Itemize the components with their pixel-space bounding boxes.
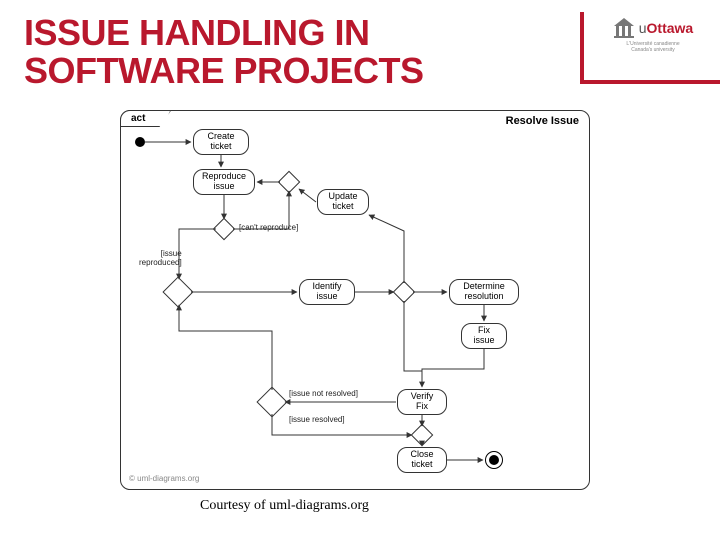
activity-frame: act Resolve Issue Create ticket Reproduc… — [120, 110, 590, 490]
edges-layer — [121, 111, 591, 491]
node-close-ticket: Close ticket — [397, 447, 447, 473]
university-icon — [613, 16, 635, 40]
node-verify-fix: Verify Fix — [397, 389, 447, 415]
brand-prefix: u — [639, 20, 647, 36]
node-update-ticket: Update ticket — [317, 189, 369, 215]
node-determine-resolution: Determine resolution — [449, 279, 519, 305]
node-fix-issue: Fix issue — [461, 323, 507, 349]
decision-resolved-icon — [256, 386, 287, 417]
guard-not-resolved: [issue not resolved] — [289, 389, 358, 398]
brand-logo: uOttawa — [613, 16, 693, 40]
title-text: ISSUE HANDLING IN SOFTWARE PROJECTS — [24, 12, 424, 91]
node-reproduce-issue: Reproduce issue — [193, 169, 255, 195]
node-create-ticket: Create ticket — [193, 129, 249, 155]
brand-name: uOttawa — [639, 20, 693, 36]
brand-tagline: L'Université canadienne Canada's univers… — [626, 42, 679, 53]
page-title: ISSUE HANDLING IN SOFTWARE PROJECTS — [24, 14, 424, 90]
brand-main: Ottawa — [647, 20, 694, 36]
guard-resolved: [issue resolved] — [289, 415, 345, 424]
guard-issue-reproduced: [issue reproduced] — [139, 249, 182, 267]
merge-close-icon — [411, 424, 434, 447]
frame-title: Resolve Issue — [506, 115, 579, 127]
initial-node-icon — [135, 137, 145, 147]
decision-reproduce-icon — [213, 218, 236, 241]
node-identify-issue: Identify issue — [299, 279, 355, 305]
diagram-watermark: © uml-diagrams.org — [129, 474, 199, 483]
merge-identify-icon — [162, 276, 193, 307]
guard-cant-reproduce: [can't reproduce] — [239, 223, 298, 232]
merge-reproduce-icon — [278, 171, 301, 194]
merge-path-icon — [393, 281, 416, 304]
final-node-icon — [485, 451, 503, 469]
frame-keyword: act — [120, 110, 171, 127]
brand-block: uOttawa L'Université canadienne Canada's… — [580, 12, 720, 84]
courtesy-text: Courtesy of uml-diagrams.org — [200, 498, 369, 514]
